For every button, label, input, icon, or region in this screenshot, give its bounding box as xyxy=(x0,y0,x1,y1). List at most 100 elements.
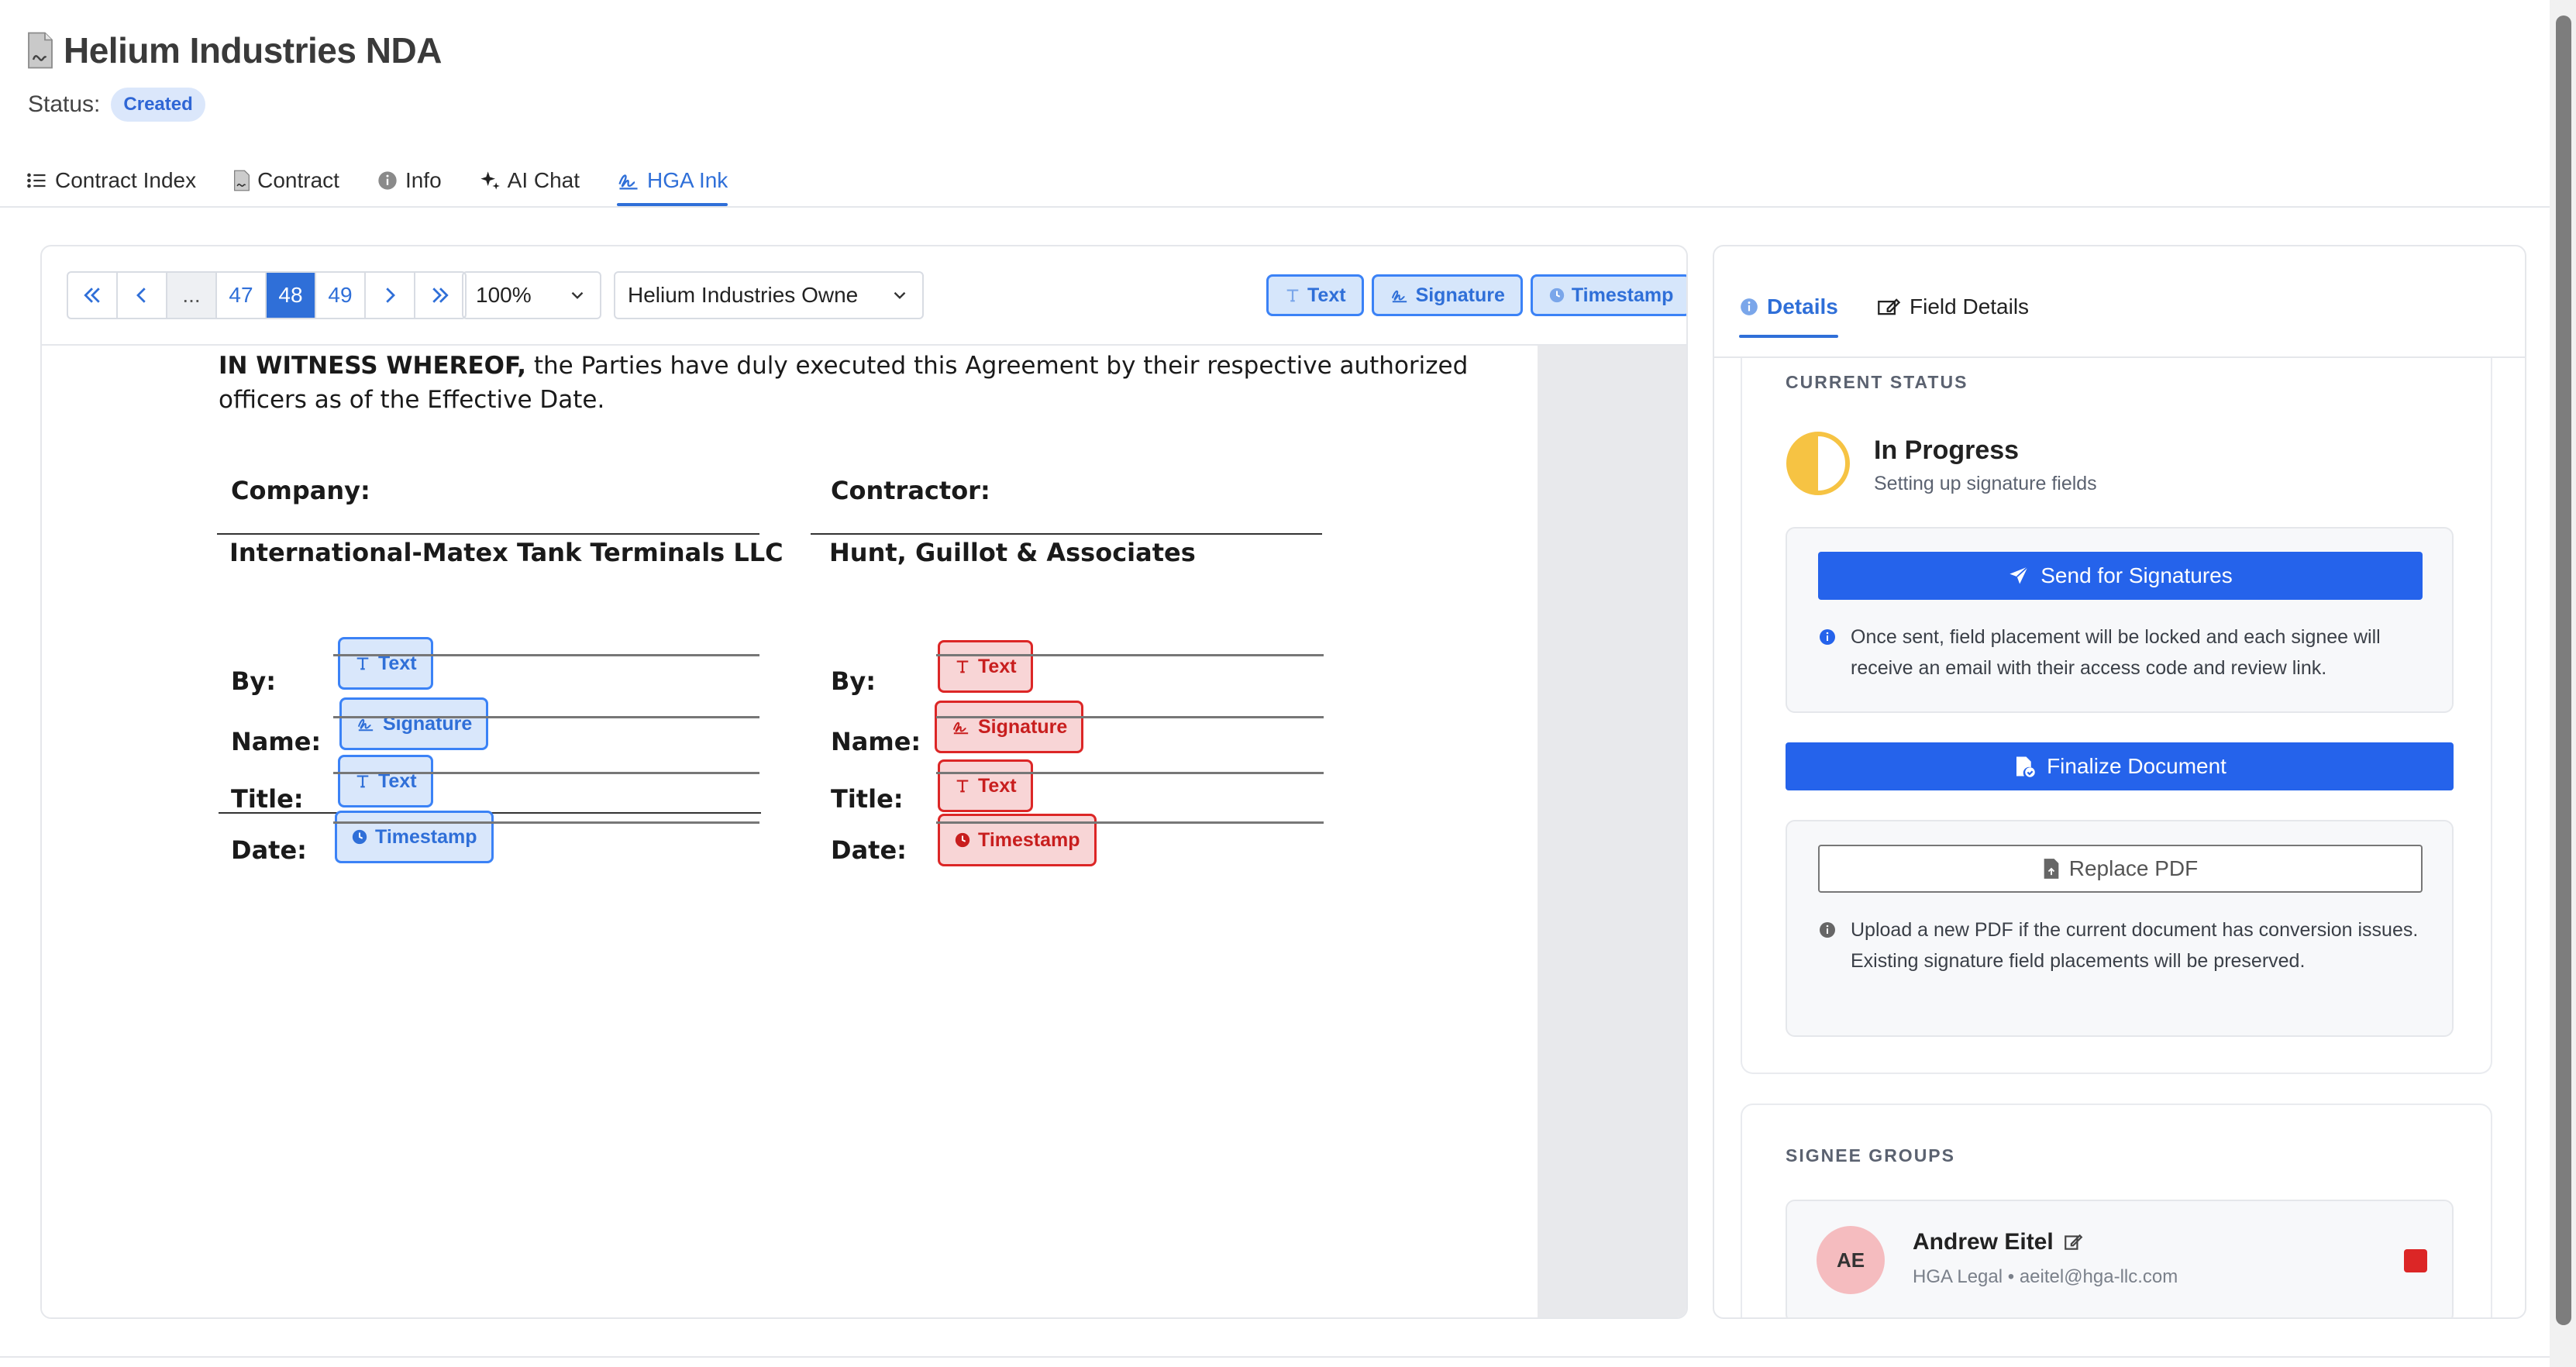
signature-field-contractor[interactable]: Signature xyxy=(935,701,1084,753)
field-label: Text xyxy=(978,774,1017,797)
date-label: Date: xyxy=(231,835,307,865)
name-label: Name: xyxy=(831,727,921,756)
next-page-button[interactable] xyxy=(366,273,415,318)
tab-label: Contract Index xyxy=(55,168,197,192)
progress-subtitle: Setting up signature fields xyxy=(1874,473,2097,494)
text-icon xyxy=(956,660,969,673)
add-timestamp-field-button[interactable]: Timestamp xyxy=(1530,274,1686,316)
signature-icon xyxy=(952,721,969,735)
text-icon xyxy=(1286,289,1299,302)
company-heading: Company: xyxy=(231,476,370,505)
page-header: Helium Industries NDA xyxy=(26,23,442,77)
clock-icon xyxy=(955,832,970,848)
double-chevron-left-icon xyxy=(84,288,100,303)
field-label: Timestamp xyxy=(375,825,477,848)
tab-contract[interactable]: Contract xyxy=(233,155,339,206)
text-icon xyxy=(356,657,369,670)
signee-groups-label: SIGNEE GROUPS xyxy=(1786,1145,1955,1166)
text-field-contractor-by[interactable]: Text xyxy=(938,640,1033,693)
send-for-signatures-button[interactable]: Send for Signatures xyxy=(1818,552,2423,600)
by-label: By: xyxy=(231,666,277,696)
by-label: By: xyxy=(831,666,876,696)
name-label: Name: xyxy=(231,727,322,756)
signature-field-company[interactable]: Signature xyxy=(339,697,489,750)
sparkle-icon xyxy=(480,171,500,190)
progress-title: In Progress xyxy=(1874,436,2020,465)
tool-label: Timestamp xyxy=(1571,284,1674,306)
chevron-right-icon xyxy=(386,288,395,303)
tab-label: AI Chat xyxy=(507,168,580,192)
tool-label: Signature xyxy=(1415,284,1505,306)
text-field-company-title[interactable]: Text xyxy=(338,755,433,807)
tab-contract-index[interactable]: Contract Index xyxy=(26,155,196,206)
status-row: Status: Created xyxy=(28,87,205,122)
signee-color-swatch[interactable] xyxy=(2404,1249,2427,1272)
zoom-select[interactable]: 100% xyxy=(462,271,601,319)
viewer-toolbar: ... 47 48 49 100% Helium Industries Owne… xyxy=(42,246,1686,346)
tab-ai-chat[interactable]: AI Chat xyxy=(479,155,580,206)
signee-select[interactable]: Helium Industries Owne xyxy=(614,271,924,319)
signature-icon xyxy=(1391,290,1407,303)
button-label: Replace PDF xyxy=(2068,856,2199,880)
finalize-document-button[interactable]: Finalize Document xyxy=(1786,742,2454,790)
info-icon xyxy=(1820,629,1835,645)
scrollbar-thumb[interactable] xyxy=(2556,15,2571,1325)
edit-field-icon xyxy=(1878,298,1901,315)
timestamp-field-company[interactable]: Timestamp xyxy=(335,811,494,863)
page-gutter xyxy=(1538,346,1686,1317)
tab-field-details[interactable]: Field Details xyxy=(1877,281,2029,333)
text-field-company-by[interactable]: Text xyxy=(338,637,433,690)
edit-icon[interactable] xyxy=(2063,1232,2083,1252)
replace-pdf-button[interactable]: Replace PDF xyxy=(1818,845,2423,893)
chevron-down-icon xyxy=(571,291,584,299)
clock-icon xyxy=(352,829,367,845)
document-viewer: ... 47 48 49 100% Helium Industries Owne… xyxy=(40,245,1688,1319)
replace-box: Replace PDF Upload a new PDF if the curr… xyxy=(1786,820,2454,1037)
prev-page-button[interactable] xyxy=(118,273,167,318)
tab-label: Details xyxy=(1767,294,1838,319)
tab-label: Info xyxy=(405,168,442,192)
tab-hga-ink[interactable]: HGA Ink xyxy=(617,155,728,206)
field-label: Text xyxy=(378,652,417,674)
title-label: Title: xyxy=(231,784,304,814)
signee-item[interactable]: AE Andrew Eitel HGA Legal • aeitel@hga-l… xyxy=(1786,1200,2454,1317)
button-label: Finalize Document xyxy=(2047,754,2226,778)
double-chevron-right-icon xyxy=(432,288,449,303)
pdf-page: IN WITNESS WHEREOF, the Parties have dul… xyxy=(42,346,1538,1317)
replace-note: Upload a new PDF if the current document… xyxy=(1851,919,2419,972)
avatar: AE xyxy=(1817,1226,1885,1294)
signee-name: Andrew Eitel xyxy=(1913,1229,2054,1255)
side-tabs: Details Field Details xyxy=(1714,246,2525,358)
current-status-card: CURRENT STATUS In Progress Setting up si… xyxy=(1741,358,2492,1074)
progress-half-icon xyxy=(1786,432,1850,495)
status-badge: Created xyxy=(111,88,205,122)
field-label: Timestamp xyxy=(978,828,1080,851)
signature-icon xyxy=(618,174,638,190)
signature-icon xyxy=(357,718,374,732)
field-label: Signature xyxy=(383,712,473,735)
page-button-48[interactable]: 48 xyxy=(267,273,316,318)
tab-details[interactable]: Details xyxy=(1739,281,1838,338)
tool-label: Text xyxy=(1307,284,1346,306)
timestamp-field-contractor[interactable]: Timestamp xyxy=(938,814,1097,866)
first-page-button[interactable] xyxy=(68,273,118,318)
signee-select-value: Helium Industries Owne xyxy=(628,283,859,307)
tab-info[interactable]: Info xyxy=(377,155,442,206)
date-label: Date: xyxy=(831,835,907,865)
tab-label: Contract xyxy=(257,168,339,192)
signee-meta: HGA Legal • aeitel@hga-llc.com xyxy=(1913,1266,2178,1287)
send-box: Send for Signatures Once sent, field pla… xyxy=(1786,527,2454,713)
title-label: Title: xyxy=(831,784,904,814)
page-button-49[interactable]: 49 xyxy=(316,273,366,318)
text-field-contractor-title[interactable]: Text xyxy=(938,759,1033,812)
page-button-47[interactable]: 47 xyxy=(217,273,267,318)
field-label: Text xyxy=(378,770,417,792)
witness-paragraph: IN WITNESS WHEREOF, the Parties have dul… xyxy=(219,349,1489,417)
info-icon xyxy=(378,171,397,190)
info-icon xyxy=(1741,298,1758,315)
add-text-field-button[interactable]: Text xyxy=(1266,274,1364,316)
add-signature-field-button[interactable]: Signature xyxy=(1371,274,1523,316)
last-page-button[interactable] xyxy=(415,273,465,318)
main-tabs: Contract Index Contract Info AI Chat HGA… xyxy=(26,155,765,206)
page-ellipsis: ... xyxy=(167,273,217,318)
